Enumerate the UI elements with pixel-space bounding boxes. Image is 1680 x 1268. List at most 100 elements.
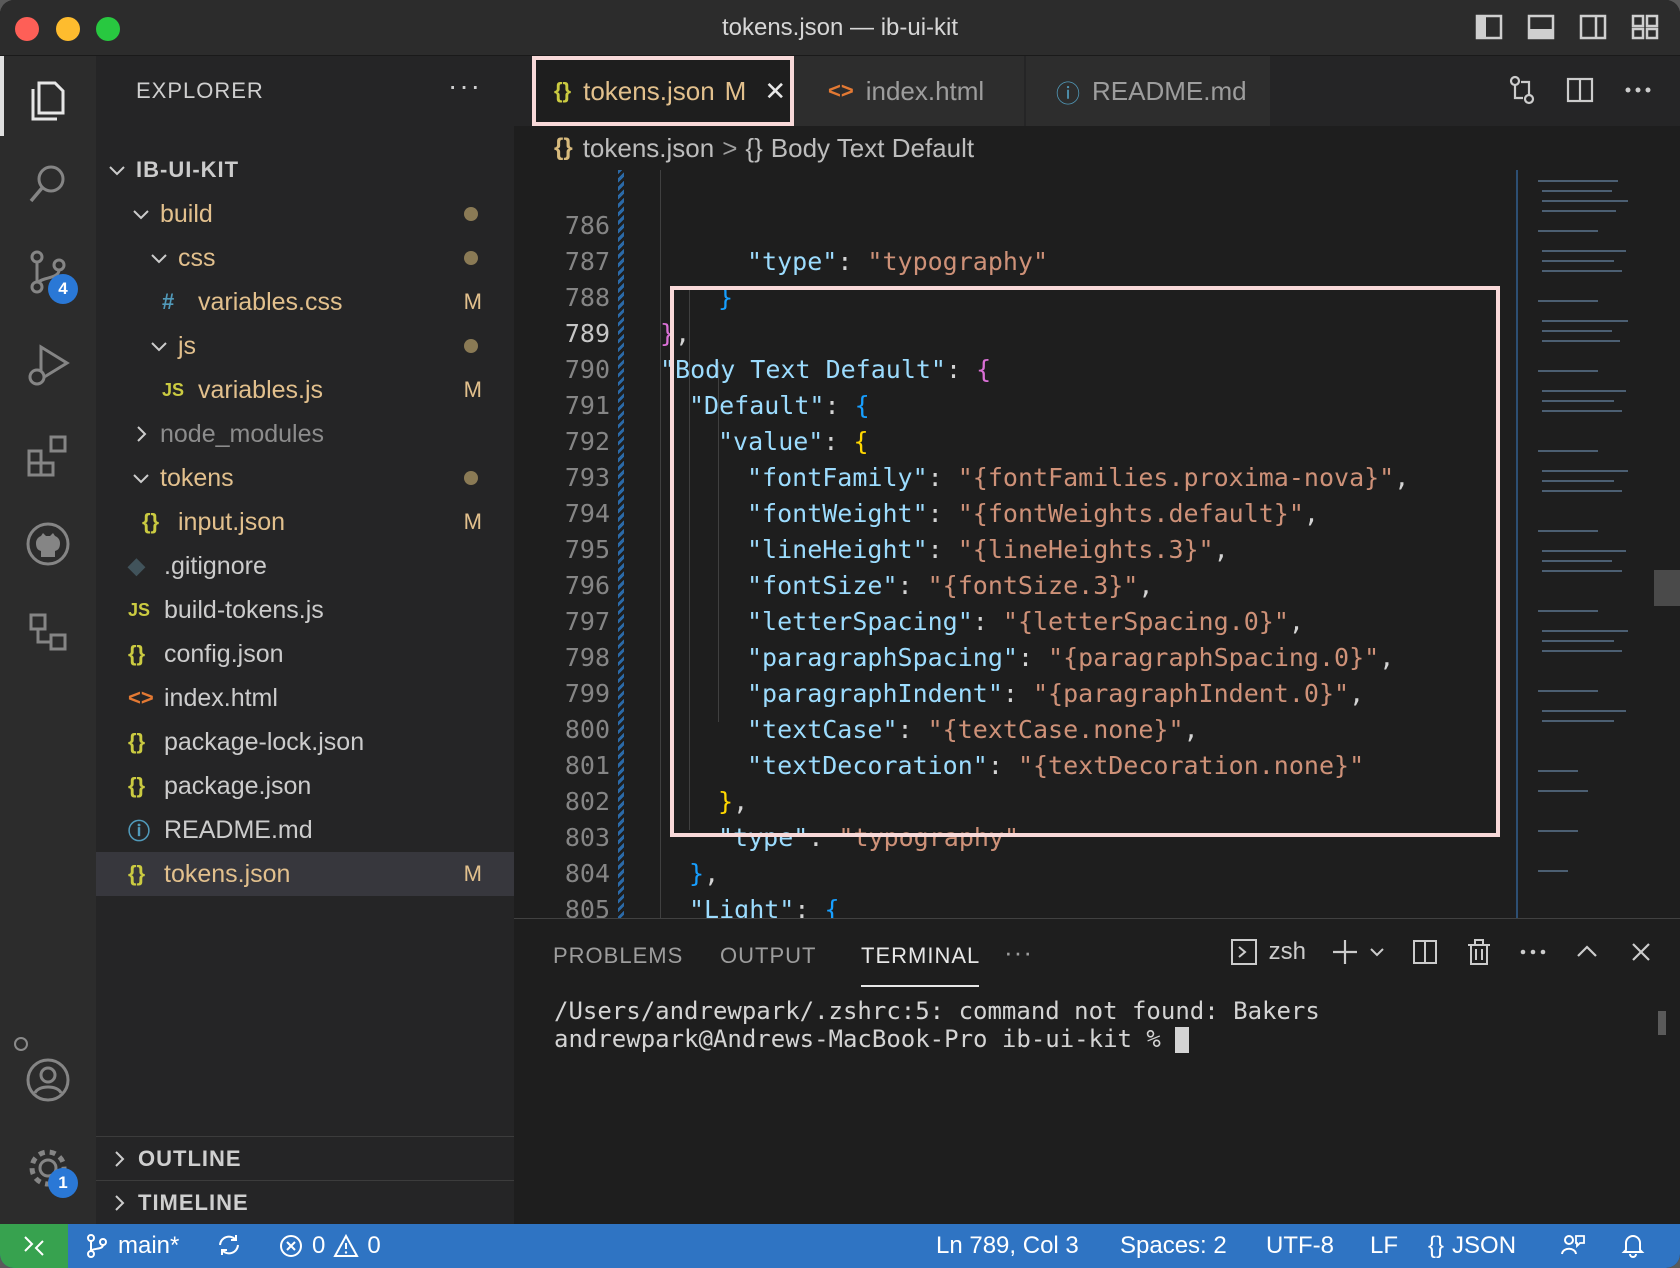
scrollbar-thumb[interactable] (1654, 570, 1680, 606)
more-actions-icon[interactable] (1622, 74, 1654, 106)
cursor-position[interactable]: Ln 789, Col 3 (936, 1232, 1079, 1260)
breadcrumb-file[interactable]: tokens.json (583, 133, 715, 164)
branch-indicator[interactable]: main* (84, 1232, 179, 1260)
outline-section[interactable]: OUTLINE (96, 1136, 514, 1180)
accounts-activity[interactable] (0, 1040, 96, 1120)
terminal-shell-name[interactable]: zsh (1269, 938, 1306, 966)
git-modified-dot (464, 471, 478, 485)
compare-changes-icon[interactable] (1506, 74, 1538, 106)
tree-folder-js[interactable]: js (96, 324, 514, 368)
source-control-activity[interactable]: 4 (0, 232, 96, 312)
toggle-primary-sidebar-icon[interactable] (1474, 12, 1504, 42)
git-file-icon: ◆ (128, 553, 145, 578)
timeline-section[interactable]: TIMELINE (96, 1180, 514, 1224)
chevron-down-icon[interactable] (1368, 937, 1386, 967)
add-terminal-icon[interactable] (1330, 937, 1360, 967)
tree-item-label: package.json (164, 771, 312, 800)
json-file-icon: {} (554, 78, 572, 103)
problems-indicator[interactable]: 0 0 (278, 1232, 381, 1260)
bell-icon (1621, 1235, 1645, 1258)
tab-modified-badge: M (724, 75, 747, 106)
js-file-icon: JS (128, 599, 151, 620)
terminal-scrollbar-thumb[interactable] (1658, 1011, 1666, 1035)
explorer-more-actions[interactable]: ··· (448, 70, 482, 102)
tree-file-index-html[interactable]: <> index.html (96, 676, 514, 720)
toggle-panel-icon[interactable] (1526, 12, 1556, 42)
sync-button[interactable] (216, 1232, 242, 1258)
code-line: 788 }, (514, 244, 1516, 348)
end-of-line[interactable]: LF (1370, 1232, 1398, 1260)
tree-file-build-tokens-js[interactable]: JS build-tokens.js (96, 588, 514, 632)
chevron-down-icon (151, 342, 167, 352)
breadcrumb-symbol[interactable]: Body Text Default (771, 133, 974, 164)
search-activity[interactable] (0, 144, 96, 224)
close-icon[interactable]: ✕ (764, 76, 786, 107)
json-icon: {} (1428, 1232, 1445, 1259)
tree-file-variables-css[interactable]: # variables.css M (96, 280, 514, 324)
customize-layout-icon[interactable] (1630, 12, 1660, 42)
git-modified-badge: M (463, 861, 482, 886)
encoding[interactable]: UTF-8 (1266, 1232, 1334, 1260)
json-file-icon: {} (128, 861, 146, 886)
explorer-activity[interactable] (0, 56, 96, 136)
close-panel-icon[interactable] (1626, 937, 1656, 967)
tree-folder-node-modules[interactable]: node_modules (96, 412, 514, 456)
tab-label: index.html (865, 75, 985, 106)
split-editor-icon[interactable] (1564, 74, 1596, 106)
language-label: JSON (1452, 1232, 1517, 1259)
maximize-panel-icon[interactable] (1572, 937, 1602, 967)
bottom-panel: PROBLEMS OUTPUT TERMINAL ··· zsh /Users/… (514, 918, 1680, 1224)
indentation[interactable]: Spaces: 2 (1120, 1232, 1227, 1260)
panel-more-tabs[interactable]: ··· (1004, 937, 1033, 968)
tree-item-label: build (160, 199, 213, 228)
remote-indicator[interactable] (0, 1224, 68, 1268)
chevron-down-icon (133, 210, 149, 220)
tree-file-package-lock-json[interactable]: {} package-lock.json (96, 720, 514, 764)
outline-label: OUTLINE (138, 1145, 242, 1171)
active-tab-indicator (861, 985, 979, 987)
tree-file-input-json[interactable]: {} input.json M (96, 500, 514, 544)
tree-file-package-json[interactable]: {} package.json (96, 764, 514, 808)
notifications-button[interactable] (1620, 1232, 1646, 1258)
workspace-root[interactable]: IB-UI-KIT (96, 148, 514, 192)
editor-scrollbar[interactable] (1646, 170, 1680, 918)
tab-readme-md[interactable]: ⓘ README.md (1026, 56, 1270, 126)
tree-folder-build[interactable]: build (96, 192, 514, 236)
extensions-activity[interactable] (0, 416, 96, 496)
more-actions-icon[interactable] (1518, 937, 1548, 967)
terminal-prompt-line[interactable]: andrewpark@Andrews-MacBook-Pro ib-ui-kit… (554, 1025, 1190, 1053)
vscode-window: tokens.json — ib-ui-kit 4 1 EXPLORER ···… (0, 0, 1680, 1268)
tab-tokens-json[interactable]: {} tokens.json M ✕ (532, 56, 794, 126)
css-file-icon: # (162, 289, 175, 314)
language-mode[interactable]: {} JSON (1428, 1232, 1516, 1260)
github-activity[interactable] (0, 504, 96, 584)
object-icon: {} (745, 132, 763, 163)
tree-file-gitignore[interactable]: ◆ .gitignore (96, 544, 514, 588)
branch-name: main* (118, 1232, 180, 1259)
minimap[interactable] (1516, 170, 1646, 918)
manage-activity[interactable]: 1 (0, 1128, 96, 1208)
tree-file-variables-js[interactable]: JS variables.js M (96, 368, 514, 412)
split-terminal-icon[interactable] (1410, 937, 1440, 967)
tree-item-label: node_modules (160, 419, 325, 448)
tree-folder-css[interactable]: css (96, 236, 514, 280)
tree-file-readme-md[interactable]: ⓘ README.md (96, 808, 514, 852)
tree-file-tokens-json[interactable]: {} tokens.json M (96, 852, 514, 896)
toggle-secondary-sidebar-icon[interactable] (1578, 12, 1608, 42)
code-line: 787 } (514, 208, 1516, 312)
trash-icon[interactable] (1464, 937, 1494, 967)
tab-output[interactable]: OUTPUT (720, 943, 816, 969)
tree-folder-tokens[interactable]: tokens (96, 456, 514, 500)
info-icon: ⓘ (1056, 80, 1080, 108)
chevron-right-icon (115, 1194, 125, 1211)
feedback-button[interactable] (1560, 1232, 1586, 1258)
tab-problems[interactable]: PROBLEMS (553, 943, 683, 969)
tree-file-config-json[interactable]: {} config.json (96, 632, 514, 676)
git-modified-badge: M (463, 509, 482, 534)
breadcrumb: {} tokens.json > {} Body Text Default (514, 126, 1680, 170)
run-debug-activity[interactable] (0, 324, 96, 404)
tab-index-html[interactable]: <> index.html (794, 56, 1024, 126)
tab-terminal[interactable]: TERMINAL (861, 943, 980, 969)
tree-item-label: index.html (164, 683, 278, 712)
remote-explorer-activity[interactable] (0, 592, 96, 672)
